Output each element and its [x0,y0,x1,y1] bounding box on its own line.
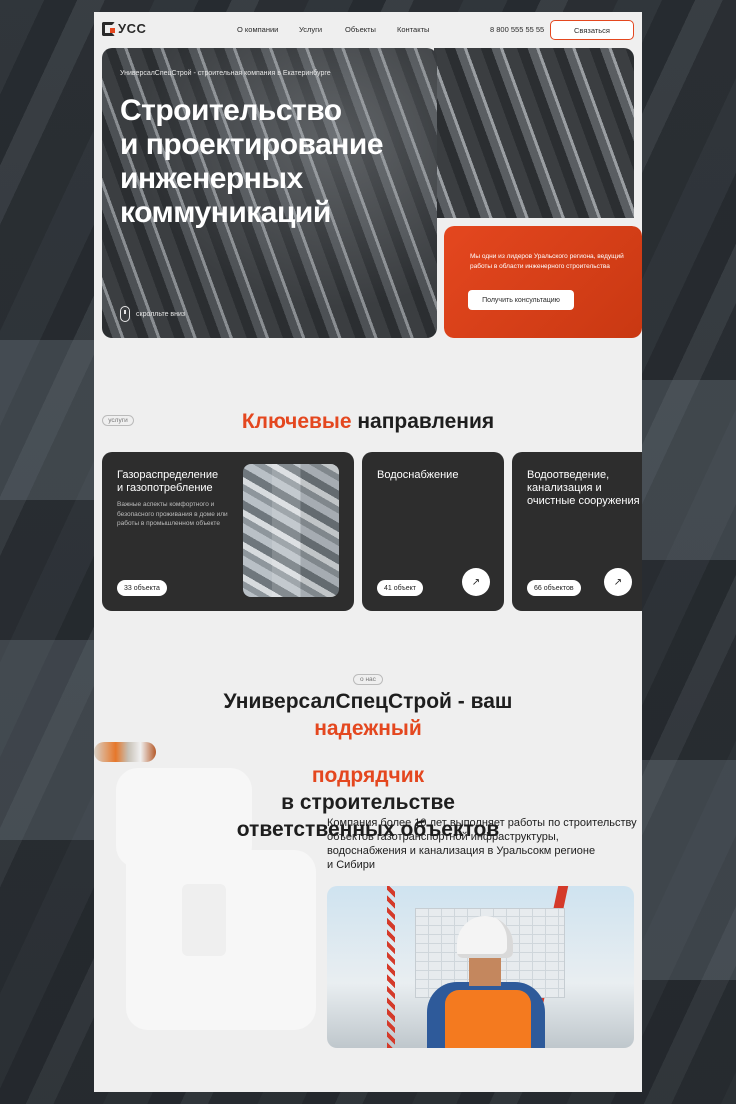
about-title-line: в строительстве [281,791,455,814]
hero-info-card: Мы одни из лидеров Уральского региона, в… [438,220,642,344]
card-title-line: и газопотребление [117,482,213,494]
nav-item-services[interactable]: Услуги [299,25,322,34]
arrow-up-right-icon[interactable]: ↗ [462,568,490,596]
direction-card-gas[interactable]: Газораспределение и газопотребление Важн… [102,452,354,611]
card-title-line: канализация и [527,482,602,494]
scroll-hint[interactable]: скролльте вниз [120,306,185,322]
about-text-line: Компания более 10 лет выполняет работы п… [327,817,637,829]
card-object-count: 33 объекта [117,580,167,596]
logo-text: УСС [118,21,147,36]
hero-title: Строительство и проектирование инженерны… [120,94,420,230]
card-title: Водоотведение, канализация и очистные со… [527,469,640,508]
about-description: Компания более 10 лет выполняет работы п… [327,816,639,872]
card-title-line: очистные сооружения [527,495,640,507]
card-title-line: Водоотведение, [527,469,610,481]
directions-title: Ключевые направления [94,410,642,434]
card-title-line: Водоснабжение [377,469,459,481]
directions-title-rest: направления [357,410,495,433]
mouse-icon [120,306,130,322]
about-text-line: объектов газотранспортной инфраструктуры… [327,831,559,843]
directions-title-accent: Ключевые [241,410,352,433]
card-object-count: 66 объектов [527,580,581,596]
logo-mark-icon [102,21,115,36]
about-title-accent: подрядчик [311,764,425,787]
consultation-button[interactable]: Получить консультацию [468,290,574,310]
card-object-count: 41 объект [377,580,424,596]
nav-item-contacts[interactable]: Контакты [397,25,429,34]
hero-title-line: коммуникаций [120,196,331,229]
hero-image-extension [434,48,634,218]
card-title: Водоснабжение [377,469,458,482]
workers-inline-photo [94,742,156,762]
header: УСС О компании Услуги Объекты Контакты 8… [94,12,642,48]
card-title-line: Газораспределение [117,469,219,481]
nav-item-objects[interactable]: Объекты [345,25,376,34]
hero-info-text: Мы одни из лидеров Уральского региона, в… [470,253,624,270]
phone-number[interactable]: 8 800 555 55 55 [490,25,544,34]
logo[interactable]: УСС [102,21,146,36]
card-photo-rooftop [243,464,339,597]
direction-card-water-supply[interactable]: Водоснабжение 41 объект ↗ [362,452,504,611]
hero-banner: УниверсалСпецСтрой - строительная компан… [102,48,437,338]
nav-item-about[interactable]: О компании [237,25,278,34]
arrow-up-right-icon[interactable]: ↗ [604,568,632,596]
hero-title-line: инженерных [120,162,303,195]
about-text-line: водоснабжения и канализация в Уральсокм … [327,845,596,857]
worker-photo [327,886,634,1048]
about-title-accent: надежный [314,717,422,740]
about-title-line: УниверсалСпецСтрой - ваш [223,690,513,713]
direction-card-sewerage[interactable]: Водоотведение, канализация и очистные со… [512,452,642,611]
section-tag-about: о нас [353,674,383,685]
hero-subtitle: УниверсалСпецСтрой - строительная компан… [120,70,331,77]
landing-page: УСС О компании Услуги Объекты Контакты 8… [94,12,642,1092]
contact-button[interactable]: Связаться [550,20,634,40]
scroll-label: скролльте вниз [136,310,186,318]
hero-title-line: Строительство [120,94,342,127]
hero-title-line: и проектирование [120,128,384,161]
about-text-line: и Сибири [327,859,375,871]
card-title: Газораспределение и газопотребление [117,469,218,495]
card-description: Важные аспекты комфортного и безопасного… [117,501,228,527]
about-title-line: надежный подрядчик [94,715,642,789]
